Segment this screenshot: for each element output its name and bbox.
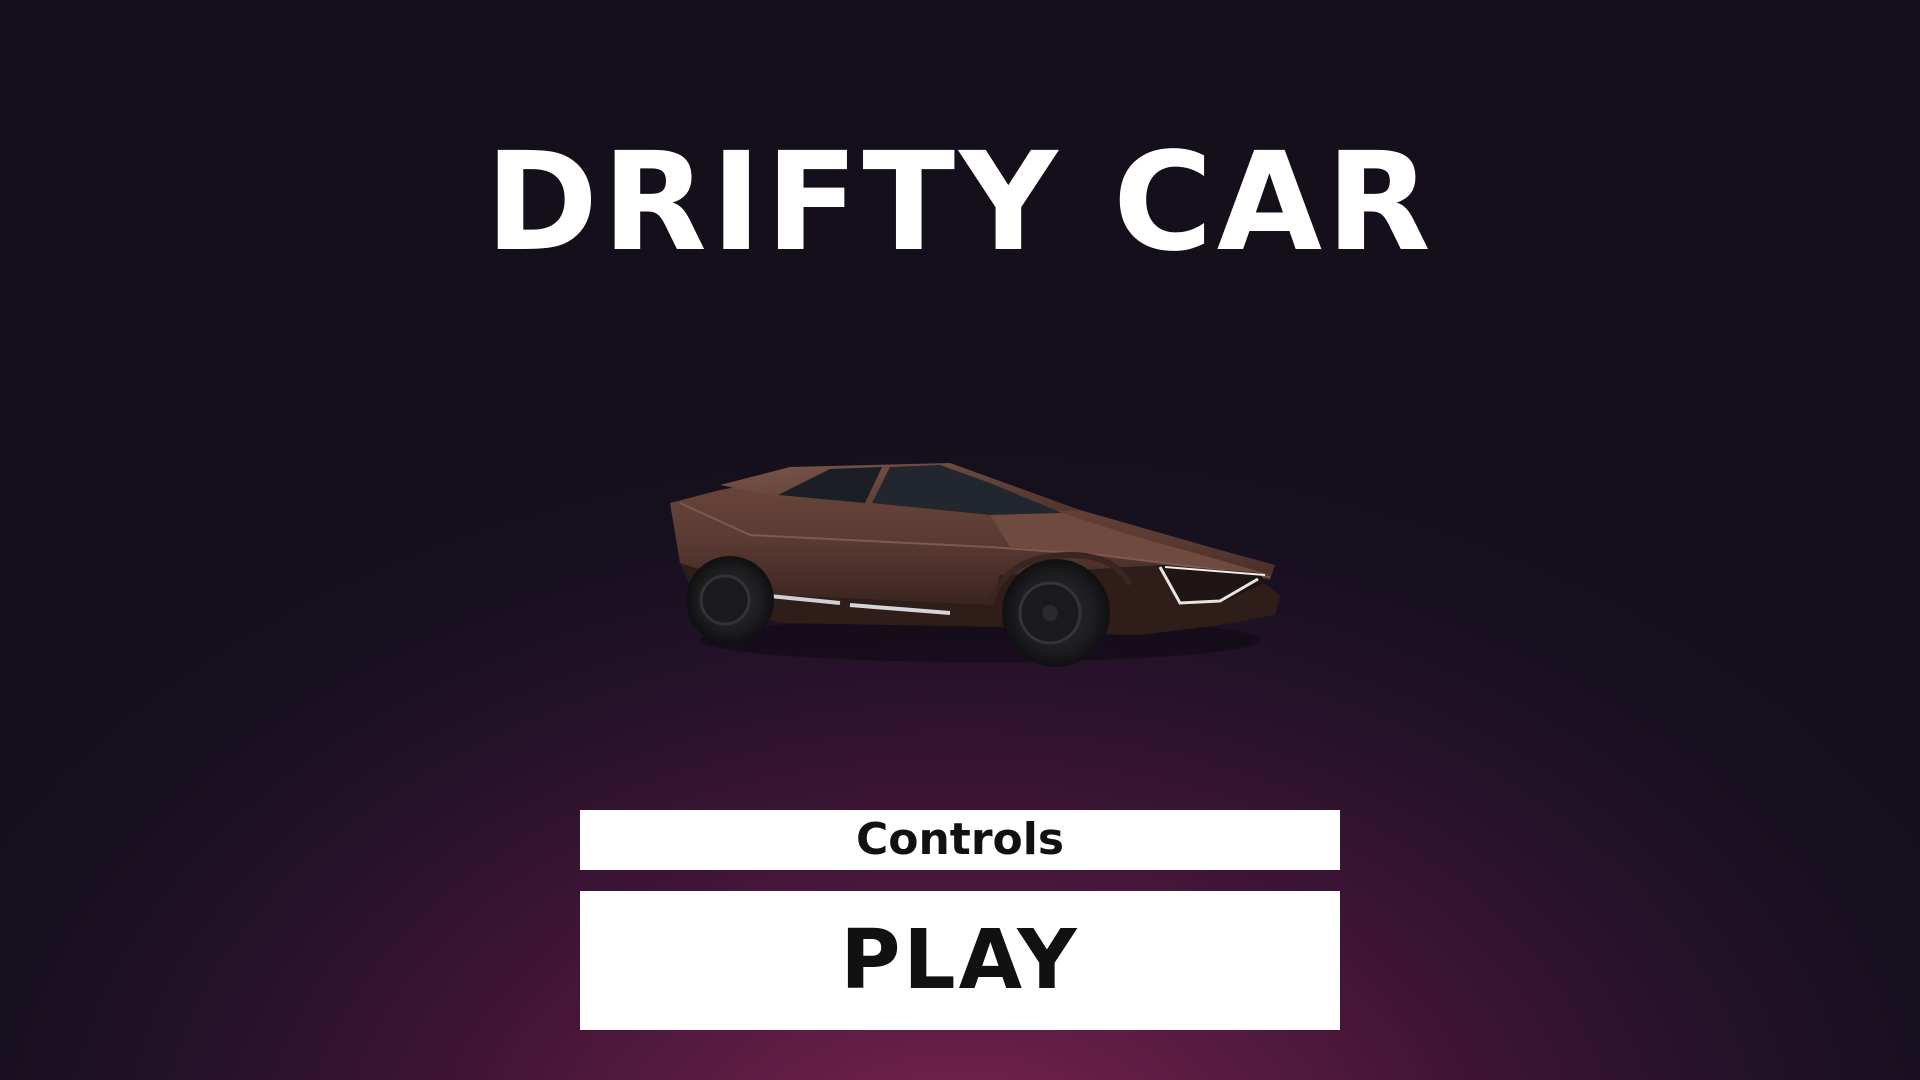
car-front-hub-cap <box>1042 605 1058 621</box>
controls-button[interactable]: Controls <box>580 810 1340 870</box>
car-model <box>670 463 1280 667</box>
game-title: DRIFTY CAR <box>485 124 1435 282</box>
play-button[interactable]: PLAY <box>580 891 1340 1030</box>
car-rear-hub <box>699 574 751 626</box>
